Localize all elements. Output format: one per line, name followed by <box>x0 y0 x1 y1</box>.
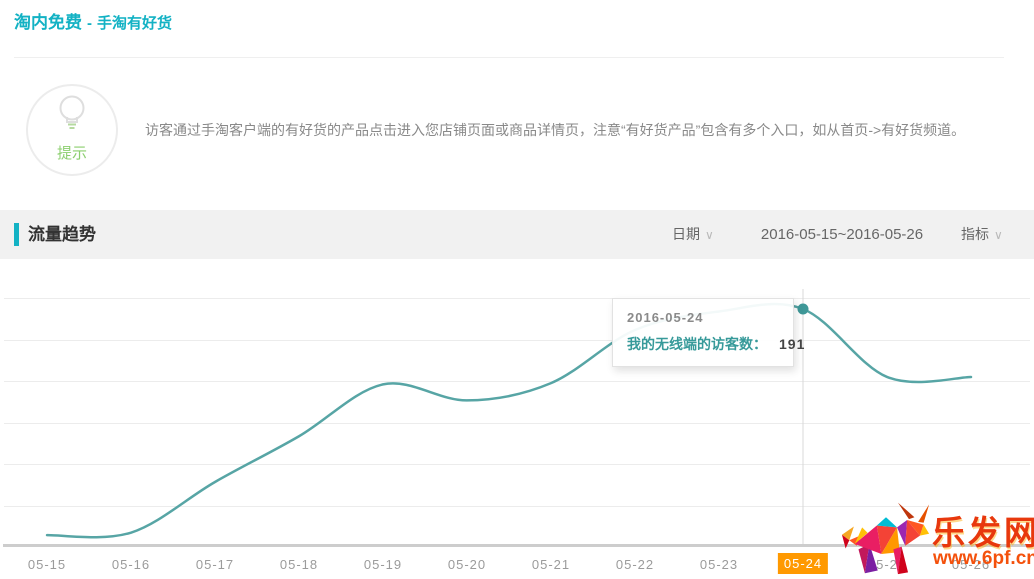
date-filter-label: 日期 <box>672 226 700 242</box>
x-axis-label: 05-24 <box>778 553 828 574</box>
date-range-value[interactable]: 2016-05-15~2016-05-26 <box>752 210 932 259</box>
x-axis-labels: 05-15 05-16 05-17 05-18 05-19 05-20 05-21 05-22… <box>0 551 1034 577</box>
header-divider <box>14 57 1004 58</box>
x-axis-label: 05-23 <box>700 557 738 572</box>
x-axis-label: 05-25 <box>868 557 906 572</box>
traffic-trend-section-bar: 流量趋势 日期 ∨ 2016-05-15~2016-05-26 指标 ∨ <box>0 210 1034 259</box>
section-accent-bar <box>14 223 19 246</box>
metric-filter-label: 指标 <box>961 226 989 242</box>
tooltip-value: 191 <box>779 336 805 352</box>
page-title-primary: 淘内免费 <box>14 13 82 32</box>
traffic-trend-chart[interactable]: 2016-05-24 我的无线端的访客数：191 05-1505-1605-17… <box>0 259 1034 579</box>
date-filter-dropdown[interactable]: 日期 ∨ <box>672 210 714 259</box>
metric-filter-dropdown[interactable]: 指标 ∨ <box>961 210 1003 259</box>
lightbulb-icon <box>55 95 89 135</box>
chevron-down-icon: ∨ <box>705 228 714 242</box>
x-axis-label: 05-18 <box>280 557 318 572</box>
x-axis-label: 05-21 <box>532 557 570 572</box>
chevron-down-icon: ∨ <box>994 228 1003 242</box>
x-axis-label: 05-26 <box>952 557 990 572</box>
gridlines <box>4 299 1030 507</box>
page-title: 淘内免费-手淘有好货 <box>14 8 172 33</box>
page: 淘内免费-手淘有好货 提示 访客通过手淘客户端的有好货的产品点击进入您店铺页面或… <box>0 0 1034 579</box>
trend-chart-svg[interactable] <box>0 259 1034 551</box>
section-title: 流量趋势 <box>28 210 96 259</box>
chart-tooltip: 2016-05-24 我的无线端的访客数：191 <box>612 298 794 367</box>
x-axis-line <box>3 544 1031 547</box>
tooltip-metric-label: 我的无线端的访客数： <box>627 336 767 352</box>
tip-text: 访客通过手淘客户端的有好货的产品点击进入您店铺页面或商品详情页，注意“有好货产品… <box>145 121 1025 140</box>
page-title-separator: - <box>87 15 92 32</box>
tooltip-date: 2016-05-24 <box>627 310 779 325</box>
x-axis-label: 05-22 <box>616 557 654 572</box>
tip-label: 提示 <box>28 142 116 163</box>
x-axis-label: 05-17 <box>196 557 234 572</box>
x-axis-label: 05-16 <box>112 557 150 572</box>
x-axis-label: 05-15 <box>28 557 66 572</box>
tip-badge: 提示 <box>26 84 118 176</box>
x-axis-label: 05-19 <box>364 557 402 572</box>
page-title-secondary: 手淘有好货 <box>97 15 172 32</box>
x-axis-label: 05-20 <box>448 557 486 572</box>
hover-point-dot <box>798 304 809 315</box>
trend-line <box>47 304 971 537</box>
